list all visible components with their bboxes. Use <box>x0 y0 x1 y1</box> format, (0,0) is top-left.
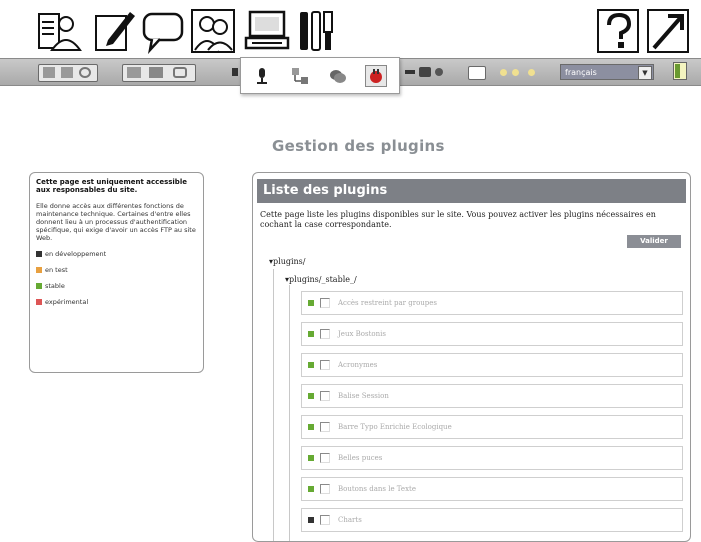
legend-label: expérimental <box>45 298 89 306</box>
admin-computer-icon[interactable] <box>244 8 290 54</box>
tree-line <box>273 269 274 541</box>
toggle-green-half <box>675 64 680 78</box>
tools-icon[interactable] <box>296 8 342 54</box>
stable-status-icon <box>308 393 314 399</box>
plugin-name: Barre Typo Enrichie Ecologique <box>338 423 452 431</box>
home-icon[interactable] <box>43 67 55 78</box>
panel-heading: Liste des plugins <box>257 179 686 203</box>
exit-icon[interactable] <box>646 8 692 54</box>
edit-icon[interactable] <box>92 8 138 54</box>
plugin-row: Boutons dans le Texte <box>301 477 683 501</box>
plugin-name: Accès restreint par groupes <box>338 299 438 307</box>
display-icon[interactable] <box>468 66 486 80</box>
stable-status-icon <box>308 300 314 306</box>
chevron-down-icon[interactable]: ▼ <box>638 66 652 80</box>
stable-status-icon <box>308 331 314 337</box>
zoom-icon[interactable] <box>79 67 91 78</box>
language-value: français <box>565 68 597 77</box>
legend-item: en développement <box>36 250 197 258</box>
legend-item: stable <box>36 282 197 290</box>
database-icon[interactable] <box>329 67 347 85</box>
plugin-checkbox[interactable] <box>320 515 330 525</box>
info-box: Cette page est uniquement accessible aux… <box>29 172 204 373</box>
plugin-checkbox[interactable] <box>320 453 330 463</box>
plugin-row: Acronymes <box>301 353 683 377</box>
legend-label: en développement <box>45 250 107 258</box>
plugin-checkbox[interactable] <box>320 329 330 339</box>
help-icon[interactable] <box>596 8 642 54</box>
plugins-panel: Liste des plugins Cette page liste les p… <box>252 172 691 542</box>
color-dot-icon[interactable] <box>528 69 535 76</box>
info-text: Elle donne accès aux différentes fonctio… <box>36 202 196 242</box>
legend-label: stable <box>45 282 65 290</box>
color-dot-icon[interactable] <box>512 69 519 76</box>
stable-status-icon <box>308 486 314 492</box>
plugin-name: Charts <box>338 516 362 524</box>
toolbar-marker-icon <box>232 68 238 76</box>
plugin-row: Charts <box>301 508 683 532</box>
network-icon[interactable] <box>419 67 431 77</box>
stable-status-icon <box>36 283 42 289</box>
dev-status-icon <box>36 251 42 257</box>
toolbar-group-2 <box>122 64 196 82</box>
test-status-icon <box>36 267 42 273</box>
legend-item: expérimental <box>36 298 197 306</box>
plugin-checkbox[interactable] <box>320 391 330 401</box>
color-dot-icon[interactable] <box>500 69 507 76</box>
mail-icon[interactable] <box>149 67 163 78</box>
window-icon[interactable] <box>127 67 141 78</box>
plugin-checkbox[interactable] <box>320 360 330 370</box>
stable-status-icon <box>308 455 314 461</box>
toolbar-group-1 <box>38 64 98 82</box>
plugin-name: Balise Session <box>338 392 389 400</box>
tree-folder-plugins[interactable]: ▾plugins/ <box>269 257 305 266</box>
experimental-status-icon <box>36 299 42 305</box>
plugin-checkbox[interactable] <box>320 484 330 494</box>
tree-folder-stable[interactable]: ▾plugins/_stable_/ <box>285 275 357 284</box>
forum-icon[interactable] <box>140 8 186 55</box>
plugin-name: Jeux Bostonis <box>338 330 386 338</box>
language-select[interactable]: français ▼ <box>560 64 654 80</box>
plugin-checkbox[interactable] <box>320 422 330 432</box>
settings-icon[interactable] <box>173 67 187 78</box>
plugin-icon[interactable] <box>365 65 387 87</box>
plugin-row: Belles puces <box>301 446 683 470</box>
stable-status-icon <box>308 362 314 368</box>
globe-icon[interactable] <box>435 68 443 76</box>
users-icon[interactable] <box>190 8 236 54</box>
plugin-name: Acronymes <box>338 361 378 369</box>
microphone-icon[interactable] <box>253 67 271 85</box>
plugin-row: Balise Session <box>301 384 683 408</box>
hierarchy-icon[interactable] <box>291 67 309 85</box>
plugin-name: Boutons dans le Texte <box>338 485 416 493</box>
legend-label: en test <box>45 266 68 274</box>
info-title: Cette page est uniquement accessible aux… <box>36 178 187 194</box>
doc-icon[interactable] <box>61 67 73 78</box>
spellcheck-toggle-icon[interactable] <box>673 62 687 80</box>
dots-icon[interactable] <box>405 70 415 74</box>
legend-item: en test <box>36 266 197 274</box>
panel-description: Cette page liste les plugins disponibles… <box>260 210 656 229</box>
top-icon-bar <box>0 0 701 58</box>
plugin-row: Jeux Bostonis <box>301 322 683 346</box>
plugin-row: Accès restreint par groupes <box>301 291 683 315</box>
admin-submenu <box>240 57 400 94</box>
plugin-checkbox[interactable] <box>320 298 330 308</box>
dev-status-icon <box>308 517 314 523</box>
validate-button[interactable]: Valider <box>627 235 681 248</box>
visitor-icon[interactable] <box>36 8 82 54</box>
toolbar-group-3 <box>405 67 457 77</box>
page-title: Gestion des plugins <box>272 137 445 155</box>
tree-line <box>289 285 290 541</box>
plugin-row: Barre Typo Enrichie Ecologique <box>301 415 683 439</box>
plugin-name: Belles puces <box>338 454 383 462</box>
stable-status-icon <box>308 424 314 430</box>
